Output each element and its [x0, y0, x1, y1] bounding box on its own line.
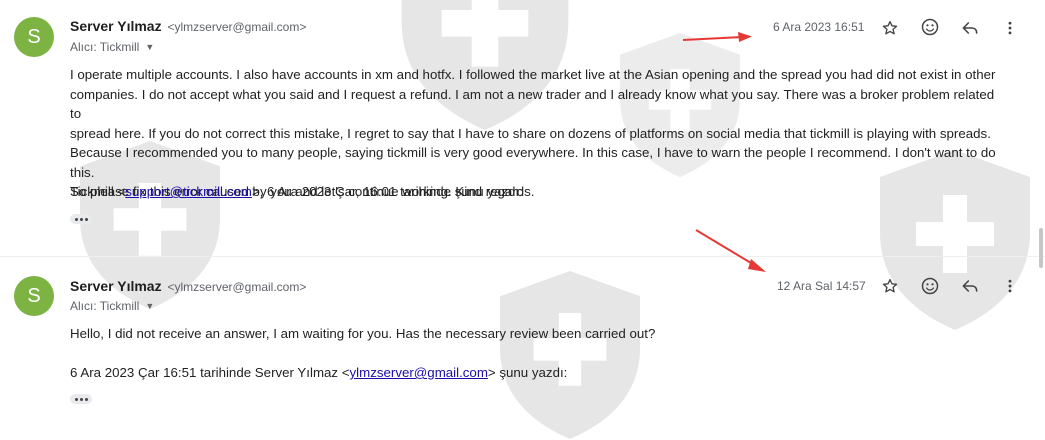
- more-vert-icon[interactable]: [998, 274, 1022, 298]
- quote-prefix: Tickmill <: [70, 184, 126, 199]
- body-line: spread here. If you do not correct this …: [70, 125, 991, 141]
- star-icon[interactable]: [878, 274, 902, 298]
- scrollbar[interactable]: [1039, 228, 1043, 268]
- quote-header: Tickmill <support@tickmill.com>, 6 Ara 2…: [70, 184, 523, 199]
- chevron-down-icon[interactable]: ▼: [145, 42, 154, 52]
- quote-suffix: >, 6 Ara 2023 Çar, 16:01 tarihinde şunu …: [251, 184, 523, 199]
- recipient-line[interactable]: Alıcı: Tickmill ▼: [70, 40, 154, 54]
- sender-email: <ylmzserver@gmail.com>: [167, 280, 307, 294]
- sender-line: Server Yılmaz <ylmzserver@gmail.com>: [70, 18, 306, 34]
- reply-icon[interactable]: [958, 16, 982, 40]
- emoji-icon[interactable]: [918, 274, 942, 298]
- emoji-icon[interactable]: [918, 15, 942, 39]
- star-icon[interactable]: [878, 16, 902, 40]
- message-date[interactable]: 12 Ara Sal 14:57: [777, 279, 866, 293]
- chevron-down-icon[interactable]: ▼: [145, 301, 154, 311]
- show-trimmed-content-button[interactable]: [70, 394, 92, 404]
- quote-header: 6 Ara 2023 Çar 16:51 tarihinde Server Yı…: [70, 365, 567, 380]
- quote-prefix: 6 Ara 2023 Çar 16:51 tarihinde Server Yı…: [70, 365, 350, 380]
- sender-line: Server Yılmaz <ylmzserver@gmail.com>: [70, 278, 306, 294]
- email-link[interactable]: ylmzserver@gmail.com: [350, 365, 488, 380]
- message-date[interactable]: 6 Ara 2023 16:51: [773, 20, 864, 34]
- recipient-label: Alıcı: Tickmill: [70, 299, 140, 313]
- avatar[interactable]: S: [14, 276, 54, 316]
- message-body: I operate multiple accounts. I also have…: [70, 65, 1000, 202]
- sender-name[interactable]: Server Yılmaz: [70, 278, 162, 294]
- sender-name[interactable]: Server Yılmaz: [70, 18, 162, 34]
- message-divider: [0, 256, 1045, 257]
- quote-suffix: > şunu yazdı:: [487, 365, 568, 380]
- reply-icon[interactable]: [958, 274, 982, 298]
- more-vert-icon[interactable]: [998, 16, 1022, 40]
- email-link[interactable]: support@tickmill.com: [125, 184, 252, 199]
- avatar[interactable]: S: [14, 17, 54, 57]
- body-line: Hello, I did not receive an answer, I am…: [70, 326, 656, 341]
- email-message: S Server Yılmaz <ylmzserver@gmail.com> A…: [0, 258, 1045, 419]
- recipient-label: Alıcı: Tickmill: [70, 40, 140, 54]
- body-line: Because I recommended you to many people…: [70, 145, 996, 180]
- body-line: companies. I do not accept what you said…: [70, 86, 995, 122]
- show-trimmed-content-button[interactable]: [70, 214, 92, 224]
- body-line: I operate multiple accounts. I also have…: [70, 67, 996, 82]
- email-message: S Server Yılmaz <ylmzserver@gmail.com> A…: [0, 0, 1045, 255]
- recipient-line[interactable]: Alıcı: Tickmill ▼: [70, 299, 154, 313]
- sender-email: <ylmzserver@gmail.com>: [167, 20, 307, 34]
- message-body: Hello, I did not receive an answer, I am…: [70, 324, 1000, 344]
